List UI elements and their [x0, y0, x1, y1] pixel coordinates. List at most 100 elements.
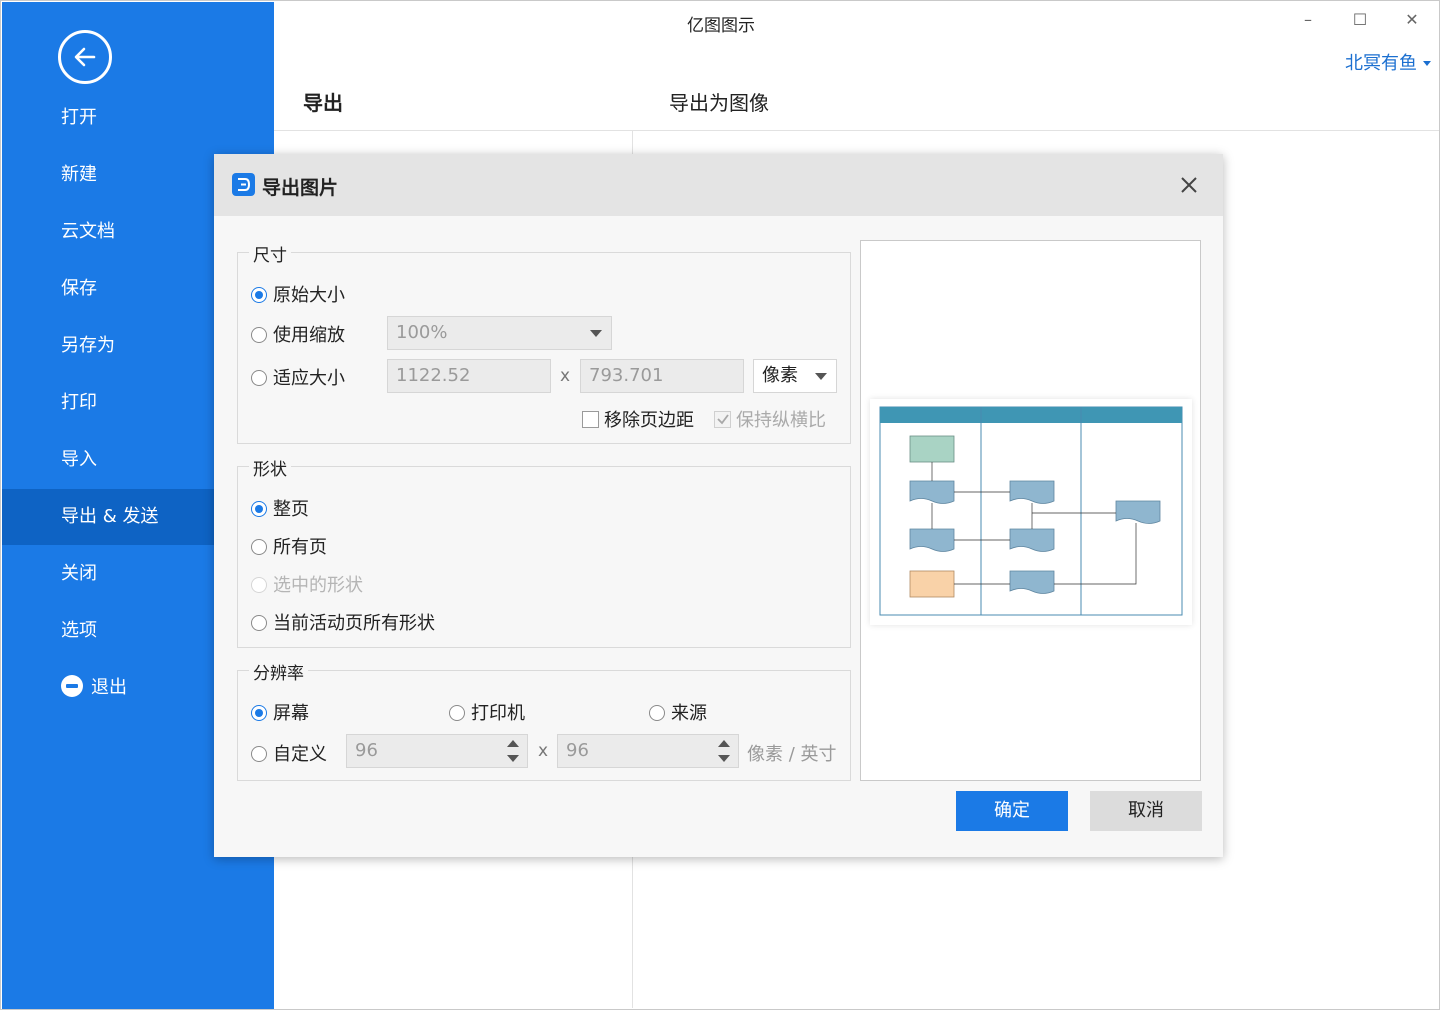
sidebar-item-save-as[interactable]: 另存为: [2, 318, 214, 374]
keep-ratio-checkbox[interactable]: [714, 411, 731, 428]
panel-subheading: 导出为图像: [669, 91, 769, 115]
sidebar-item-export-send[interactable]: 导出 & 发送: [2, 489, 214, 545]
sidebar-item-label: 保存: [61, 278, 97, 299]
zoom-value: 100%: [396, 322, 448, 343]
back-button[interactable]: [58, 30, 112, 84]
printer-label: 打印机: [471, 703, 525, 724]
dropdown-arrow-icon: [815, 373, 827, 380]
fit-size-option[interactable]: 适应大小: [251, 364, 345, 390]
shape-legend: 形状: [249, 455, 291, 480]
header-divider: [274, 130, 1439, 131]
radio-source[interactable]: [649, 705, 665, 721]
checkmark-icon: [717, 414, 729, 425]
source-option[interactable]: 来源: [649, 699, 707, 725]
spin-up-icon[interactable]: [718, 740, 730, 747]
user-name: 北冥有鱼: [1345, 53, 1417, 74]
dropdown-arrow-icon: [590, 330, 602, 337]
x-dpi-stepper[interactable]: 96: [346, 734, 528, 768]
sidebar-item-new[interactable]: 新建: [2, 147, 214, 203]
y-dpi-stepper[interactable]: 96: [557, 734, 739, 768]
sidebar-item-import[interactable]: 导入: [2, 432, 214, 488]
unit-select[interactable]: 像素: [753, 359, 837, 393]
ok-button[interactable]: 确定: [956, 791, 1068, 831]
x-dpi-value: 96: [355, 740, 378, 761]
sidebar-item-cloud-docs[interactable]: 云文档: [2, 204, 214, 260]
sidebar-item-label: 关闭: [61, 563, 97, 584]
zoom-select[interactable]: 100%: [387, 316, 612, 350]
radio-printer[interactable]: [449, 705, 465, 721]
use-zoom-label: 使用缩放: [273, 325, 345, 346]
preview-page: [870, 399, 1192, 625]
whole-page-label: 整页: [273, 499, 309, 520]
radio-screen[interactable]: [251, 705, 267, 721]
sidebar-item-label: 导出 & 发送: [61, 506, 159, 527]
exit-icon: [61, 675, 83, 697]
close-window-button[interactable]: ✕: [1397, 7, 1427, 33]
dialog-close-button[interactable]: [1176, 172, 1202, 198]
chevron-down-icon: [1423, 61, 1431, 66]
app-logo-icon: [232, 173, 255, 196]
y-dpi-value: 96: [566, 740, 589, 761]
radio-active-page-shapes[interactable]: [251, 615, 267, 631]
keep-ratio-option[interactable]: 保持纵横比: [714, 406, 826, 432]
radio-selected-shapes[interactable]: [251, 577, 267, 593]
sidebar-item-label: 打印: [61, 392, 97, 413]
radio-original-size[interactable]: [251, 287, 267, 303]
remove-margin-label: 移除页边距: [604, 410, 694, 431]
sidebar-item-label: 另存为: [61, 335, 115, 356]
close-icon: [1181, 177, 1197, 193]
whole-page-option[interactable]: 整页: [251, 495, 309, 521]
cancel-button[interactable]: 取消: [1090, 791, 1202, 831]
user-menu[interactable]: 北冥有鱼: [1345, 49, 1431, 75]
radio-use-zoom[interactable]: [251, 327, 267, 343]
screen-option[interactable]: 屏幕: [251, 699, 309, 725]
app-window: 打开 新建 云文档 保存 另存为 打印 导入 导出 & 发送 关闭 选项 退出 …: [0, 0, 1440, 1010]
sidebar-item-print[interactable]: 打印: [2, 375, 214, 431]
radio-custom[interactable]: [251, 746, 267, 762]
preview-flowchart-thumbnail: [879, 406, 1183, 616]
radio-whole-page[interactable]: [251, 501, 267, 517]
arrow-left-icon: [74, 47, 96, 67]
sidebar-item-label: 退出: [91, 677, 127, 698]
preview-panel: [860, 240, 1201, 781]
all-pages-option[interactable]: 所有页: [251, 533, 327, 559]
active-page-shapes-label: 当前活动页所有形状: [273, 613, 435, 634]
selected-shapes-option[interactable]: 选中的形状: [251, 571, 363, 597]
sidebar-item-options[interactable]: 选项: [2, 603, 214, 659]
spin-up-icon[interactable]: [507, 740, 519, 747]
dpi-times-label: x: [538, 741, 549, 761]
maximize-button[interactable]: ☐: [1345, 7, 1375, 33]
custom-label: 自定义: [273, 744, 327, 765]
sidebar-item-label: 新建: [61, 164, 97, 185]
resolution-legend: 分辨率: [249, 659, 308, 684]
dpi-unit-label: 像素 / 英寸: [747, 744, 837, 765]
sidebar-item-exit[interactable]: 退出: [2, 660, 214, 716]
remove-margin-checkbox[interactable]: [582, 411, 599, 428]
width-input[interactable]: 1122.52: [387, 359, 551, 393]
window-title: 亿图图示: [687, 16, 755, 36]
dialog-title: 导出图片: [262, 177, 339, 199]
use-zoom-option[interactable]: 使用缩放: [251, 321, 345, 347]
screen-label: 屏幕: [273, 703, 309, 724]
sidebar-item-label: 云文档: [61, 221, 115, 242]
printer-option[interactable]: 打印机: [449, 699, 525, 725]
original-size-option[interactable]: 原始大小: [251, 281, 345, 307]
spin-down-icon[interactable]: [718, 755, 730, 762]
spin-down-icon[interactable]: [507, 755, 519, 762]
height-input[interactable]: 793.701: [580, 359, 744, 393]
sidebar-item-save[interactable]: 保存: [2, 261, 214, 317]
active-page-shapes-option[interactable]: 当前活动页所有形状: [251, 609, 435, 635]
radio-fit-size[interactable]: [251, 370, 267, 386]
sidebar-item-label: 导入: [61, 449, 97, 470]
sidebar-item-open[interactable]: 打开: [2, 90, 214, 146]
sidebar-item-close[interactable]: 关闭: [2, 546, 214, 602]
remove-margin-option[interactable]: 移除页边距: [582, 406, 694, 432]
custom-option[interactable]: 自定义: [251, 740, 327, 766]
size-times-label: x: [560, 366, 571, 386]
all-pages-label: 所有页: [273, 537, 327, 558]
radio-all-pages[interactable]: [251, 539, 267, 555]
dialog-header: 导出图片: [214, 154, 1223, 216]
size-legend: 尺寸: [249, 241, 291, 266]
export-image-dialog: 导出图片 尺寸 原始大小 使用缩放 100% 适应大小 1122.52 x 79…: [214, 154, 1223, 857]
minimize-button[interactable]: –: [1293, 7, 1323, 33]
